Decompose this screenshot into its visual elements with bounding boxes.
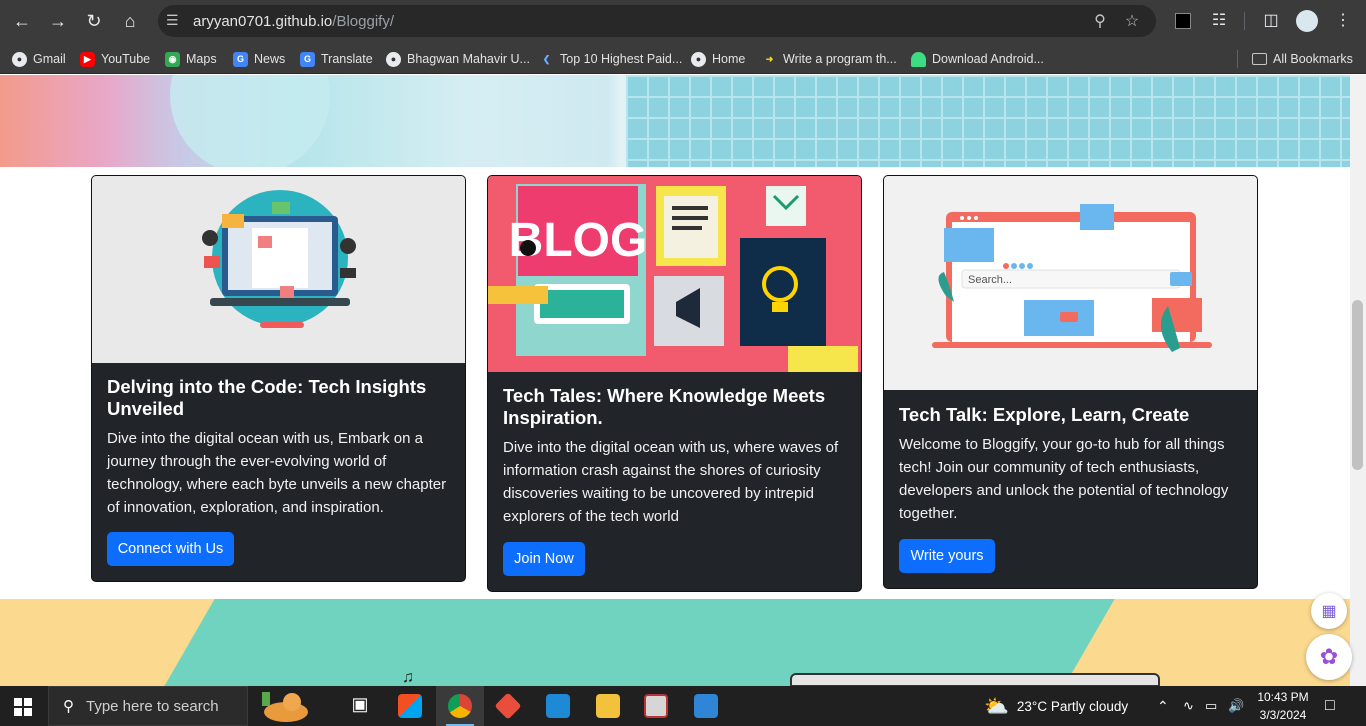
page-content: Delving into the Code: Tech Insights Unv… xyxy=(0,75,1366,686)
bookmark-translate[interactable]: G Translate xyxy=(300,50,373,68)
volume-icon[interactable]: 🔊 xyxy=(1228,686,1244,726)
url-text[interactable]: aryyan0701.github.io/Bloggify/ xyxy=(193,13,394,30)
card-image-blog: BLOG xyxy=(488,176,861,372)
card-title: Delving into the Code: Tech Insights Unv… xyxy=(107,376,427,419)
zoom-icon[interactable]: ⚲ xyxy=(1090,11,1110,31)
globe-icon: ● xyxy=(12,51,27,67)
clock-date: 3/3/2024 xyxy=(1259,708,1307,722)
app-icon[interactable] xyxy=(644,694,668,718)
tiger-widget-icon[interactable] xyxy=(258,688,314,724)
photos-icon[interactable] xyxy=(694,694,718,718)
notifications-icon[interactable]: □ xyxy=(1325,686,1335,726)
taskbar-search[interactable]: ⚲ Type here to search xyxy=(48,686,248,726)
bookmark-write-program[interactable]: ➜ Write a program th... xyxy=(762,50,897,68)
bookmark-icon: ❮ xyxy=(542,53,551,64)
assistant-brain-icon[interactable]: ✿ xyxy=(1306,634,1352,680)
partly-cloudy-icon: ⛅ xyxy=(984,695,1009,718)
card-title: Tech Tales: Where Knowledge Meets Inspir… xyxy=(503,385,826,428)
tray-chevron-icon[interactable]: ⌃ xyxy=(1157,686,1169,726)
weather-text: 23°C Partly cloudy xyxy=(1016,698,1129,714)
file-explorer-icon[interactable] xyxy=(596,694,620,718)
puzzle-icon[interactable]: ☷ xyxy=(1208,10,1230,32)
bookmarks-divider xyxy=(1237,50,1238,68)
hero-decoration xyxy=(170,75,330,167)
address-bar[interactable]: ☰ aryyan0701.github.io/Bloggify/ ⚲ ☆ xyxy=(158,5,1156,37)
bolt-icon: ➜ xyxy=(765,53,774,64)
taskbar: ⚲ Type here to search ▣ ⛅ 23°C Partly cl… xyxy=(0,686,1366,726)
join-now-button[interactable]: Join Now xyxy=(503,542,585,576)
card-image-search: Search... xyxy=(884,176,1257,390)
laptop-illustration xyxy=(790,673,1160,686)
bookmark-download-android[interactable]: Download Android... xyxy=(911,50,1044,68)
battery-icon[interactable]: ▭ xyxy=(1205,686,1217,726)
reload-icon[interactable]: ↻ xyxy=(82,9,106,33)
card-text: Dive into the digital ocean with us, whe… xyxy=(503,439,839,525)
bookmark-gmail[interactable]: ● Gmail xyxy=(12,50,66,68)
connect-with-us-button[interactable]: Connect with Us xyxy=(107,532,234,566)
site-info-icon[interactable]: ☰ xyxy=(166,12,184,30)
bookmark-youtube[interactable]: ▶ YouTube xyxy=(80,50,150,68)
git-icon[interactable] xyxy=(494,692,522,720)
globe-icon: ● xyxy=(691,51,706,67)
store-icon[interactable] xyxy=(398,694,422,718)
folder-icon xyxy=(1252,53,1267,65)
bookmark-home[interactable]: ● Home xyxy=(691,50,745,68)
toolbar-divider xyxy=(1244,12,1245,30)
extension-icon[interactable] xyxy=(1172,10,1194,32)
windows-start-icon[interactable] xyxy=(14,698,32,716)
search-icon: ⚲ xyxy=(63,698,74,715)
bookmark-top-10[interactable]: ❮ Top 10 Highest Paid... xyxy=(539,50,683,68)
bookmark-bhagwan-mahavir[interactable]: ● Bhagwan Mahavir U... xyxy=(386,50,530,68)
task-view-icon[interactable]: ▣ xyxy=(348,694,372,718)
card-text: Welcome to Bloggify, your go-to hub for … xyxy=(899,436,1229,522)
bookmarks-bar: ● Gmail ▶ YouTube ◉ Maps G News G Translate ●… xyxy=(0,42,1366,74)
vscode-icon[interactable] xyxy=(546,694,570,718)
wifi-icon[interactable]: ∿ xyxy=(1183,686,1194,726)
translate-icon: G xyxy=(300,51,315,67)
forward-arrow-icon[interactable]: → xyxy=(46,9,70,33)
search-placeholder-text: Search... xyxy=(968,274,1012,286)
search-placeholder: Type here to search xyxy=(86,697,219,715)
clock-time: 10:43 PM xyxy=(1257,690,1309,704)
globe-icon: ● xyxy=(386,51,401,67)
bookmark-news[interactable]: G News xyxy=(233,50,285,68)
back-arrow-icon[interactable]: ← xyxy=(10,9,34,33)
reading-mode-icon[interactable]: ▦ xyxy=(1311,593,1347,629)
youtube-icon: ▶ xyxy=(80,51,95,67)
hero-grid-pattern xyxy=(626,75,1350,167)
card-text: Dive into the digital ocean with us, Emb… xyxy=(107,430,447,516)
android-icon xyxy=(911,51,926,67)
card-tech-tales: BLOG Tech Tales: Where Knowledge Meets I… xyxy=(487,175,862,592)
card-tech-insights: Delving into the Code: Tech Insights Unv… xyxy=(91,175,466,582)
taskbar-clock[interactable]: 10:43 PM 3/3/2024 xyxy=(1255,688,1311,724)
news-icon: G xyxy=(233,51,248,67)
maps-icon: ◉ xyxy=(165,51,180,67)
card-image-laptop xyxy=(92,176,465,363)
side-panel-icon[interactable]: ◫ xyxy=(1260,10,1282,32)
all-bookmarks[interactable]: All Bookmarks xyxy=(1252,50,1353,68)
avatar[interactable] xyxy=(1296,10,1318,32)
music-note-icon: ♫ xyxy=(402,669,414,686)
home-icon[interactable]: ⌂ xyxy=(118,9,142,33)
browser-toolbar: ← → ↻ ⌂ ☰ aryyan0701.github.io/Bloggify/… xyxy=(0,0,1366,42)
star-icon[interactable]: ☆ xyxy=(1122,11,1142,31)
card-tech-talk: Search... Tech Talk: Explore, Learn, Cre… xyxy=(883,175,1258,589)
weather-widget[interactable]: ⛅ 23°C Partly cloudy xyxy=(984,686,1128,726)
hero-banner-bottom: ♫ xyxy=(0,599,1350,686)
menu-kebab-icon[interactable]: ⋮ xyxy=(1332,10,1354,32)
scrollbar-thumb[interactable] xyxy=(1352,300,1363,470)
chrome-taskbar-item[interactable] xyxy=(436,686,484,726)
write-yours-button[interactable]: Write yours xyxy=(899,539,995,573)
chrome-icon xyxy=(448,694,472,718)
card-title: Tech Talk: Explore, Learn, Create xyxy=(899,404,1190,425)
hero-banner-top xyxy=(0,75,1350,167)
bookmark-maps[interactable]: ◉ Maps xyxy=(165,50,217,68)
